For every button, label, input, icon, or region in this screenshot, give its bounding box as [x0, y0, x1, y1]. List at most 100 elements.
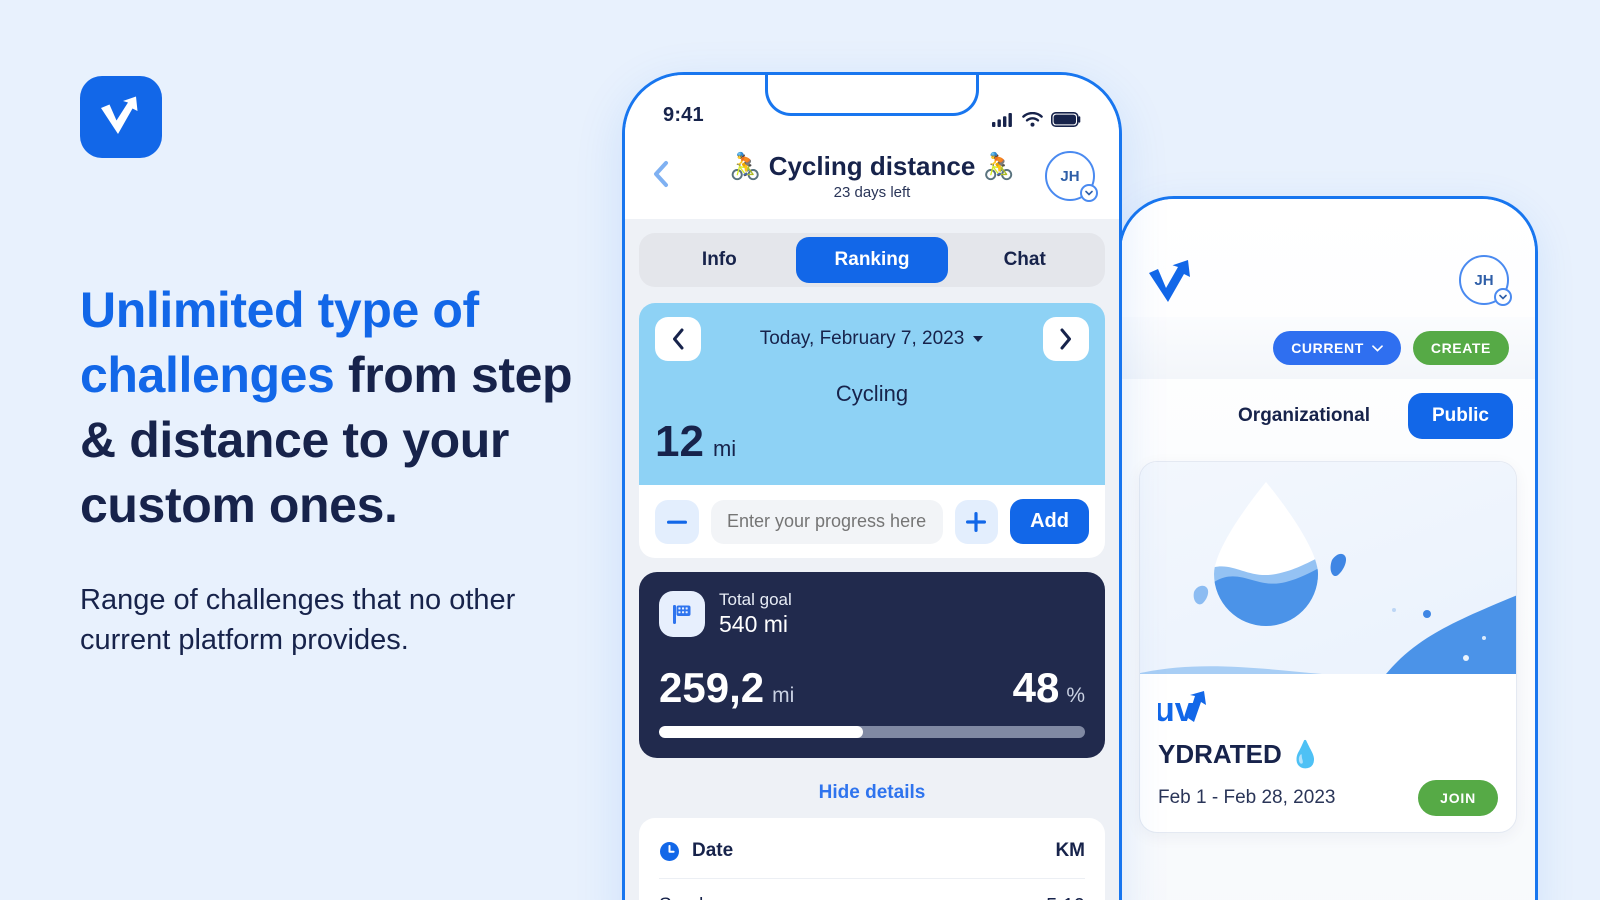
caret-down-icon	[973, 336, 984, 342]
status-icons	[992, 112, 1081, 127]
clock-icon	[660, 841, 679, 861]
checkered-flag-glyph	[673, 605, 691, 624]
segment-organizational[interactable]: Organizational	[1214, 393, 1394, 439]
checkered-flag-icon	[659, 591, 705, 637]
background-segment-tabs: Organizational Public	[1121, 379, 1535, 457]
total-goal-card: Total goal 540 mi 259,2 mi 48 %	[639, 572, 1105, 758]
phone-notch	[765, 75, 979, 116]
goal-total-unit: mi	[772, 684, 795, 707]
nav-bar: 🚴 Cycling distance 🚴 23 days left JH	[625, 133, 1119, 219]
tab-info[interactable]: Info	[643, 237, 796, 283]
subheadline: Range of challenges that no other curren…	[80, 584, 516, 657]
date-navigation: Today, February 7, 2023	[655, 317, 1089, 361]
background-toolbar: CURRENT CREATE	[1121, 317, 1535, 379]
foreground-phone: 9:41 🚴 Cycling distance 🚴 23 days left J…	[622, 72, 1122, 900]
activity-value-number: 12	[655, 417, 704, 466]
activity-name: Cycling	[835, 381, 909, 406]
challenge-card[interactable]: uv YDRATED 💧 Feb 1 - Feb 28, 2023 JOIN	[1139, 461, 1517, 833]
column-km-label: KM	[1055, 840, 1085, 861]
page-title: Unlimited type of challenges from step &…	[80, 278, 610, 538]
card-logo: uv	[1154, 688, 1498, 735]
promo-canvas: Unlimited type of challenges from step &…	[0, 0, 1600, 900]
chevron-down-icon	[1080, 184, 1098, 202]
battery-icon	[1051, 112, 1081, 127]
check-arrow-logo-icon	[1149, 260, 1190, 302]
plus-icon	[966, 511, 987, 532]
goal-percent: 48 %	[1013, 664, 1085, 712]
goal-percent-unit: %	[1066, 684, 1085, 707]
progress-bar-track	[659, 726, 1085, 738]
check-arrow-logo-icon: uv	[1154, 691, 1206, 729]
chevron-right-icon	[1060, 328, 1072, 350]
row-date-cell: Sunday 7 Nov 2022	[659, 895, 741, 900]
marketing-column: Unlimited type of challenges from step &…	[80, 76, 610, 660]
date-label-text: Today, February 7, 2023	[759, 328, 965, 349]
current-filter-label: CURRENT	[1291, 340, 1364, 356]
tab-chat[interactable]: Chat	[948, 237, 1101, 283]
avatar-initials: JH	[1474, 271, 1494, 289]
chevron-down-icon	[1494, 288, 1512, 306]
status-time: 9:41	[663, 104, 704, 126]
date-strip: Today, February 7, 2023 Cycling 12 mi	[639, 303, 1105, 485]
avatar[interactable]: JH	[1045, 151, 1098, 202]
row-day: Sunday	[659, 895, 741, 900]
water-drop-illustration	[1140, 462, 1516, 674]
goal-header: Total goal 540 mi	[659, 590, 1085, 638]
chevron-down-icon	[1372, 344, 1383, 352]
previous-day-button[interactable]	[655, 317, 701, 361]
tab-bar: Info Ranking Chat	[639, 233, 1105, 287]
cellular-signal-icon	[992, 113, 1012, 127]
table-row[interactable]: Sunday 7 Nov 2022 5.19	[659, 879, 1085, 900]
wifi-icon	[1022, 112, 1043, 127]
date-picker[interactable]: Today, February 7, 2023	[760, 328, 985, 350]
details-table: Date KM Sunday 7 Nov 2022 5.19	[639, 818, 1105, 900]
minus-icon	[666, 520, 687, 524]
screen-content: Info Ranking Chat Today, February 7, 202…	[625, 219, 1119, 900]
add-button[interactable]: Add	[1010, 499, 1089, 544]
progress-entry-row: Add	[639, 485, 1105, 558]
water-drop-graphic	[1140, 482, 1516, 674]
row-value: 5.19	[1046, 895, 1085, 900]
increment-button[interactable]	[954, 499, 999, 544]
avatar[interactable]: JH	[1459, 255, 1512, 306]
goal-percent-number: 48	[1012, 664, 1060, 711]
background-phone: JH CURRENT CREATE Organizational Public	[1118, 196, 1538, 900]
challenge-title: YDRATED 💧	[1158, 739, 1322, 769]
progress-input[interactable]	[710, 499, 943, 544]
check-arrow-logo-icon	[101, 96, 138, 134]
goal-total-number: 259,2	[659, 664, 765, 711]
progress-bar-fill	[659, 726, 864, 738]
goal-text: Total goal 540 mi	[719, 590, 792, 638]
background-phone-screen: JH CURRENT CREATE Organizational Public	[1121, 199, 1535, 900]
app-logo	[80, 76, 162, 158]
table-header-date: Date	[659, 840, 733, 862]
decrement-button[interactable]	[655, 499, 699, 544]
goal-label: Total goal	[719, 590, 792, 609]
challenge-card-body: uv YDRATED 💧 Feb 1 - Feb 28, 2023 JOIN	[1140, 674, 1516, 832]
foreground-phone-screen: 9:41 🚴 Cycling distance 🚴 23 days left J…	[625, 75, 1119, 900]
table-header: Date KM	[659, 822, 1085, 879]
create-challenge-button[interactable]: CREATE	[1412, 331, 1509, 365]
chevron-left-icon	[654, 160, 668, 187]
next-day-button[interactable]	[1042, 317, 1089, 361]
background-topbar: JH	[1121, 243, 1535, 317]
segment-public[interactable]: Public	[1407, 393, 1513, 439]
activity-value-unit: mi	[712, 436, 737, 461]
challenge-date-range: Feb 1 - Feb 28, 2023	[1158, 787, 1336, 808]
goal-target-value: 540 mi	[719, 611, 789, 637]
activity-value: 12 mi	[655, 417, 1089, 467]
join-button[interactable]: JOIN	[1418, 780, 1498, 816]
create-label: CREATE	[1430, 340, 1491, 356]
hide-details-link[interactable]: Hide details	[639, 766, 1105, 818]
tab-ranking[interactable]: Ranking	[795, 237, 949, 283]
current-filter-button[interactable]: CURRENT	[1273, 331, 1401, 365]
back-button[interactable]	[651, 159, 681, 194]
svg-text:uv: uv	[1158, 691, 1194, 729]
days-left-label: 23 days left	[833, 184, 911, 201]
column-date-label: Date	[692, 840, 734, 861]
progress-entry-card: Today, February 7, 2023 Cycling 12 mi En…	[639, 303, 1105, 558]
chevron-left-icon	[672, 328, 683, 350]
goal-stats: 259,2 mi 48 %	[659, 664, 1085, 712]
goal-current-total: 259,2 mi	[659, 664, 794, 712]
challenge-card-footer: Feb 1 - Feb 28, 2023 JOIN	[1158, 780, 1498, 816]
